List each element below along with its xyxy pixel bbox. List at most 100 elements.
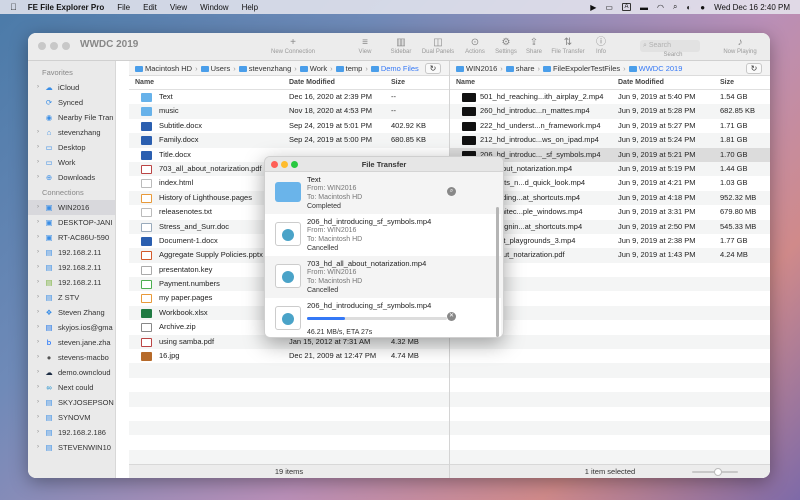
favorite-item[interactable]: › ⌂ stevenzhang — [28, 125, 115, 140]
breadcrumb-item[interactable]: temp — [335, 64, 362, 73]
disclosure-arrow-icon[interactable]: › — [37, 365, 39, 380]
column-size[interactable]: Size — [720, 76, 734, 90]
disclosure-arrow-icon[interactable]: › — [37, 245, 39, 260]
file-row[interactable]: Subtitle.docx Sep 24, 2019 at 5:01 PM 402.… — [129, 119, 449, 133]
wifi-icon[interactable]: ◠ — [657, 3, 664, 12]
breadcrumb-item[interactable]: Macintosh HD — [135, 64, 192, 73]
disclosure-arrow-icon[interactable]: › — [37, 170, 39, 185]
zoom-window-button[interactable] — [62, 42, 70, 50]
search-icon[interactable]: ⌕ — [673, 2, 677, 12]
info-button[interactable]: ⓘ Info — [592, 37, 610, 55]
favorite-item[interactable]: › ▭ Work — [28, 155, 115, 170]
reveal-in-finder-icon[interactable]: ⌕ — [447, 187, 456, 196]
disclosure-arrow-icon[interactable]: › — [37, 410, 39, 425]
breadcrumb-item[interactable]: WIN2016 — [456, 64, 497, 73]
connection-item[interactable]: › ▤ Z STV — [28, 290, 115, 305]
disclosure-arrow-icon[interactable]: › — [37, 215, 39, 230]
share-button[interactable]: ⇪ Share — [522, 37, 546, 55]
transfer-item[interactable]: 206_hd_introducing_sf_symbols.mp4 46.21 M… — [265, 298, 501, 337]
column-name[interactable]: Name — [456, 76, 475, 90]
menu-help[interactable]: Help — [242, 3, 258, 12]
column-name[interactable]: Name — [135, 76, 154, 90]
menu-view[interactable]: View — [170, 3, 187, 12]
breadcrumb-item[interactable]: share — [505, 64, 535, 73]
disclosure-arrow-icon[interactable]: › — [37, 320, 39, 335]
connection-item[interactable]: › ▤ STEVENWIN10 — [28, 440, 115, 455]
cancel-transfer-icon[interactable]: ✕ — [447, 312, 456, 321]
file-row[interactable]: 16.jpg Dec 21, 2009 at 12:47 PM 4.74 MB — [129, 349, 449, 363]
disclosure-arrow-icon[interactable]: › — [37, 260, 39, 275]
disclosure-arrow-icon[interactable]: › — [37, 395, 39, 410]
file-row[interactable]: music Nov 18, 2020 at 4:53 PM -- — [129, 104, 449, 119]
disclosure-arrow-icon[interactable]: › — [37, 290, 39, 305]
refresh-button[interactable]: ↻ — [746, 63, 762, 74]
connection-item[interactable]: › ▤ SKYJOSEPSON — [28, 395, 115, 410]
column-date[interactable]: Date Modified — [618, 76, 664, 90]
view-button[interactable]: ≡ View — [346, 37, 384, 55]
connection-item[interactable]: › ● stevens-macbo — [28, 350, 115, 365]
menu-app[interactable]: FE File Explorer Pro — [28, 3, 104, 12]
disclosure-arrow-icon[interactable]: › — [37, 80, 39, 95]
file-row[interactable]: 260_hd_introduc...n_mattes.mp4 Jun 9, 201… — [450, 104, 770, 119]
breadcrumb-item[interactable]: Users — [200, 64, 230, 73]
disclosure-arrow-icon[interactable]: › — [37, 380, 39, 395]
dialog-zoom-button[interactable] — [291, 160, 298, 168]
breadcrumb-item[interactable]: Demo Files — [370, 64, 419, 73]
settings-button[interactable]: ⚙ Settings — [490, 37, 522, 55]
connection-item[interactable]: › ▤ skyjos.ios@gma — [28, 320, 115, 335]
connection-item[interactable]: › ▤ 192.168.2.11 — [28, 275, 115, 290]
disclosure-arrow-icon[interactable]: › — [37, 305, 39, 320]
breadcrumb-item[interactable]: Work — [299, 64, 327, 73]
dialog-minimize-button[interactable] — [281, 160, 288, 168]
file-transfer-button[interactable]: ⇅ File Transfer — [546, 37, 590, 55]
breadcrumb-item[interactable]: stevenzhang — [238, 64, 291, 73]
battery-icon[interactable]: ▬ — [640, 3, 648, 12]
favorite-item[interactable]: › ⊕ Downloads — [28, 170, 115, 185]
control-center-icon[interactable]: ◐ — [686, 3, 691, 12]
menu-edit[interactable]: Edit — [143, 3, 157, 12]
transfer-item[interactable]: 703_hd_all_about_notarization.mp4 From: W… — [265, 256, 501, 298]
disclosure-arrow-icon[interactable]: › — [37, 200, 39, 215]
menu-file[interactable]: File — [117, 3, 130, 12]
transfer-item[interactable]: Text From: WIN2016 To: Macintosh HD Complet… — [265, 172, 501, 214]
favorite-item[interactable]: › ☁ iCloud — [28, 80, 115, 95]
column-size[interactable]: Size — [391, 76, 405, 90]
dual-panels-button[interactable]: ◫ Dual Panels — [418, 37, 458, 55]
minimize-window-button[interactable] — [50, 42, 58, 50]
siri-icon[interactable]: ● — [700, 3, 705, 12]
connection-item[interactable]: › ▣ RT-AC86U-590 — [28, 230, 115, 245]
slider-knob[interactable] — [714, 468, 722, 476]
menu-window[interactable]: Window — [200, 3, 228, 12]
file-row[interactable]: 212_hd_introduc...ws_on_ipad.mp4 Jun 9, 2… — [450, 133, 770, 148]
connection-item[interactable]: › ☁ demo.owncloud — [28, 365, 115, 380]
actions-button[interactable]: ⊙ Actions — [460, 37, 490, 55]
connection-item[interactable]: › b steven.jane.zha — [28, 335, 115, 350]
new-connection-button[interactable]: + New Connection — [268, 37, 318, 55]
clock[interactable]: Wed Dec 16 2:40 PM — [714, 3, 790, 12]
file-row[interactable]: Text Dec 16, 2020 at 2:39 PM -- — [129, 90, 449, 104]
connection-item[interactable]: › ▤ 192.168.2.11 — [28, 245, 115, 260]
input-source-icon[interactable]: A — [621, 3, 631, 11]
column-date[interactable]: Date Modified — [289, 76, 335, 90]
refresh-button[interactable]: ↻ — [425, 63, 441, 74]
connection-item[interactable]: › ▣ WIN2016 — [28, 200, 115, 215]
play-icon[interactable]: ▶ — [590, 3, 596, 12]
disclosure-arrow-icon[interactable]: › — [37, 425, 39, 440]
disclosure-arrow-icon[interactable]: › — [37, 125, 39, 140]
transfer-item[interactable]: 206_hd_introducing_sf_symbols.mp4 From: W… — [265, 214, 501, 256]
file-row[interactable]: 501_hd_reaching...ith_airplay_2.mp4 Jun 9… — [450, 90, 770, 104]
connection-item[interactable]: › ▤ SYNOVM — [28, 410, 115, 425]
disclosure-arrow-icon[interactable]: › — [37, 140, 39, 155]
file-row[interactable]: Family.docx Sep 24, 2019 at 5:00 PM 680.85… — [129, 133, 449, 148]
file-row[interactable]: 222_hd_underst...n_framework.mp4 Jun 9, 2… — [450, 119, 770, 133]
breadcrumb-item[interactable]: FileExpolerTestFiles — [543, 64, 620, 73]
favorite-item[interactable]: ⟳ Synced — [28, 95, 115, 110]
connection-item[interactable]: › ▤ 192.168.2.11 — [28, 260, 115, 275]
now-playing-button[interactable]: ♪ Now Playing — [720, 37, 760, 55]
apple-menu-icon[interactable]:  — [10, 2, 17, 12]
disclosure-arrow-icon[interactable]: › — [37, 350, 39, 365]
dialog-scrollbar[interactable] — [496, 207, 499, 337]
close-window-button[interactable] — [38, 42, 46, 50]
disclosure-arrow-icon[interactable]: › — [37, 155, 39, 170]
connection-item[interactable]: › ▣ DESKTOP-JANI — [28, 215, 115, 230]
